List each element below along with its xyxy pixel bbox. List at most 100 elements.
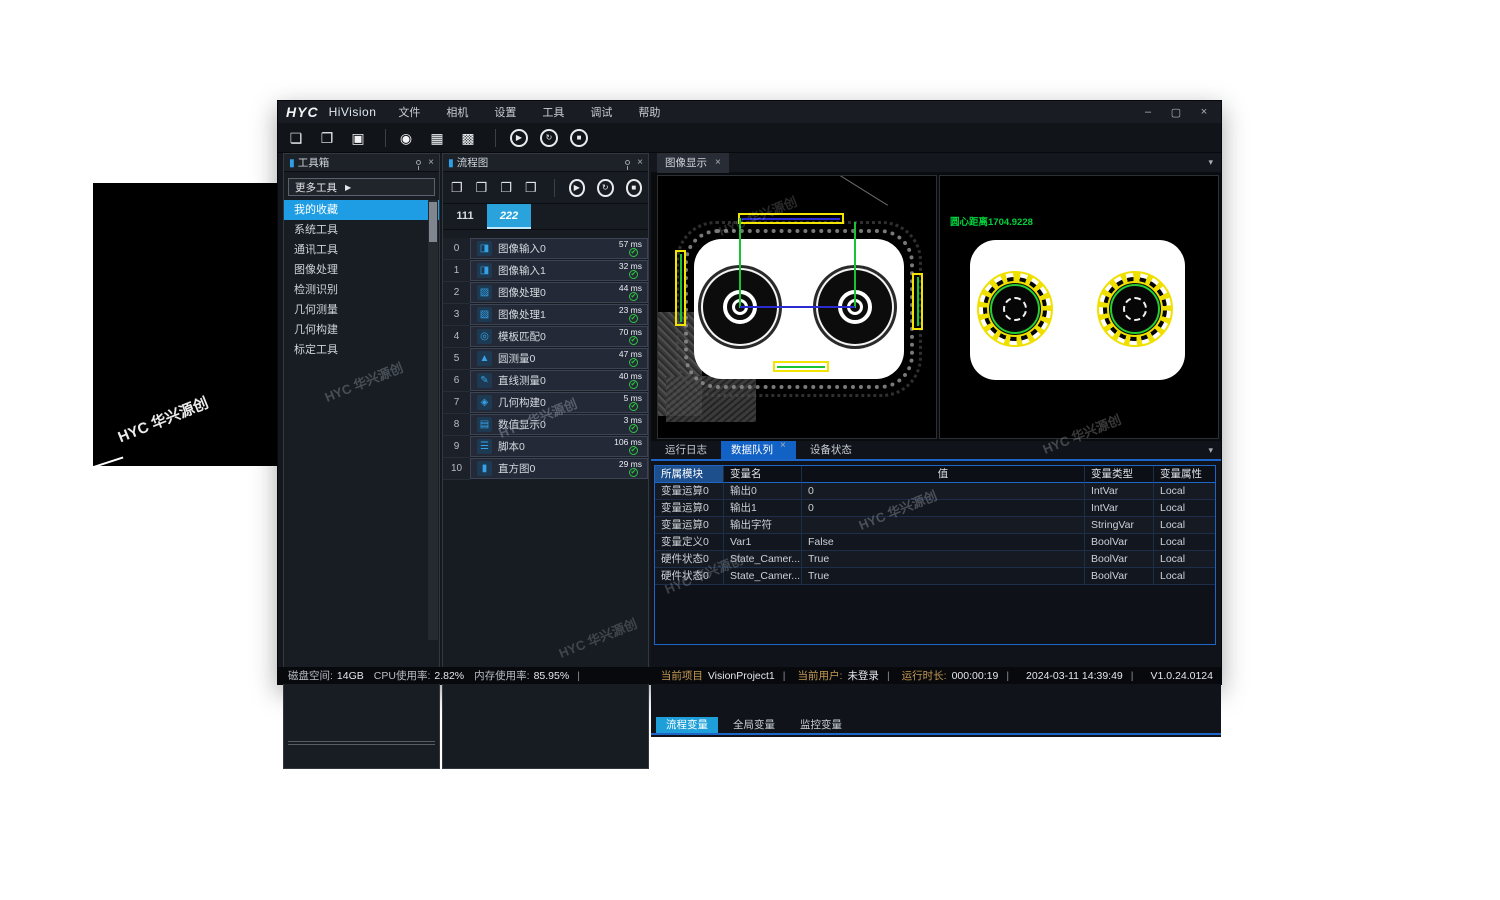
column-header[interactable]: 所属模块 <box>655 466 724 483</box>
close-tab-icon[interactable]: × <box>715 158 721 168</box>
success-check-icon: ✔ <box>629 292 638 301</box>
data-tab[interactable]: 设备状态 <box>800 441 862 459</box>
menu-item[interactable]: 调试 <box>590 104 612 120</box>
column-header[interactable]: 变量类型 <box>1085 466 1154 483</box>
toolbox-item[interactable]: 检测识别 <box>284 280 439 300</box>
toolbox-item[interactable]: 标定工具 <box>284 340 439 360</box>
step-index: 1 <box>443 260 470 282</box>
menu-item[interactable]: 帮助 <box>638 104 660 120</box>
step-body[interactable]: ▤数值显示03 ms✔ <box>470 414 648 435</box>
more-tools-button[interactable]: 更多工具 ▶ <box>288 178 435 196</box>
step-body[interactable]: ☰脚本0106 ms✔ <box>470 436 648 457</box>
flow-step-row[interactable]: 1◨图像输入132 ms✔ <box>443 260 648 282</box>
chevron-down-icon[interactable]: ▾ <box>1208 445 1213 456</box>
minimize-button[interactable]: – <box>1141 106 1155 119</box>
flow-step-row[interactable]: 10▮直方图029 ms✔ <box>443 458 648 480</box>
flow-run-once-icon[interactable]: ▶ <box>569 179 586 197</box>
data-tab[interactable]: 数据队列× <box>721 441 796 459</box>
flow-tab[interactable]: 222 <box>487 204 531 229</box>
toolbox-item[interactable]: 系统工具 <box>284 220 439 240</box>
menu-item[interactable]: 相机 <box>446 104 468 120</box>
edge-result-line <box>777 366 825 368</box>
pin-icon[interactable] <box>416 160 421 165</box>
variable-scope-tab[interactable]: 监控变量 <box>790 717 852 733</box>
step-body[interactable]: ◨图像输入057 ms✔ <box>470 238 648 259</box>
flow-stop-icon[interactable]: ■ <box>626 179 643 197</box>
flow-step-row[interactable]: 8▤数值显示03 ms✔ <box>443 414 648 436</box>
close-panel-icon[interactable]: × <box>428 158 434 168</box>
flow-tab-bar: 111222 <box>443 204 648 230</box>
scrollbar-thumb[interactable] <box>429 202 437 242</box>
close-tab-icon[interactable]: × <box>780 441 786 459</box>
chevron-down-icon[interactable]: ▾ <box>1208 157 1213 168</box>
table-row[interactable]: 变量运算0输出10IntVarLocal <box>655 500 1215 517</box>
maximize-button[interactable]: ▢ <box>1169 106 1183 119</box>
data-tab[interactable]: 运行日志 <box>655 441 717 459</box>
io-device-icon[interactable]: ▩ <box>456 127 480 149</box>
table-row[interactable]: 变量运算0输出字符StringVarLocal <box>655 517 1215 534</box>
menu-item[interactable]: 工具 <box>542 104 564 120</box>
stop-icon[interactable]: ■ <box>570 129 588 147</box>
run-continuous-icon[interactable]: ↻ <box>540 129 558 147</box>
step-body[interactable]: ▨图像处理044 ms✔ <box>470 282 648 303</box>
flow-save-icon[interactable]: ❒ <box>496 178 516 198</box>
flow-step-row[interactable]: 6✎直线测量040 ms✔ <box>443 370 648 392</box>
menu-item[interactable]: 文件 <box>398 104 420 120</box>
background-artifact: HYC 华兴源创 <box>93 183 277 466</box>
new-project-icon[interactable]: ❏ <box>284 127 308 149</box>
step-body[interactable]: ◨图像输入132 ms✔ <box>470 260 648 281</box>
table-row[interactable]: 变量运算0输出00IntVarLocal <box>655 483 1215 500</box>
step-name: 图像处理1 <box>498 307 546 322</box>
close-panel-icon[interactable]: × <box>637 158 643 168</box>
save-project-icon[interactable]: ▣ <box>346 127 370 149</box>
step-body[interactable]: ▨图像处理123 ms✔ <box>470 304 648 325</box>
run-once-icon[interactable]: ▶ <box>510 129 528 147</box>
column-header[interactable]: 变量名 <box>724 466 802 483</box>
flow-open-icon[interactable]: ❒ <box>472 178 492 198</box>
flow-export-icon[interactable]: ❒ <box>521 178 541 198</box>
flow-step-row[interactable]: 0◨图像输入057 ms✔ <box>443 238 648 260</box>
open-project-icon[interactable]: ❐ <box>315 127 339 149</box>
table-row[interactable]: 硬件状态0State_Camer...TrueBoolVarLocal <box>655 551 1215 568</box>
flow-step-row[interactable]: 7◈几何构建05 ms✔ <box>443 392 648 414</box>
status-label: 当前项目 <box>661 668 703 683</box>
step-body[interactable]: ◈几何构建05 ms✔ <box>470 392 648 413</box>
table-cell: 变量运算0 <box>655 517 724 534</box>
variable-scope-tab[interactable]: 流程变量 <box>656 717 718 733</box>
close-button[interactable]: × <box>1197 106 1211 119</box>
flow-new-icon[interactable]: ❒ <box>447 178 467 198</box>
camera-icon[interactable]: ◉ <box>394 127 418 149</box>
toolbox-item[interactable]: 几何测量 <box>284 300 439 320</box>
flow-step-row[interactable]: 5▲圆测量047 ms✔ <box>443 348 648 370</box>
flow-step-row[interactable]: 3▨图像处理123 ms✔ <box>443 304 648 326</box>
toolbox-item[interactable]: 图像处理 <box>284 260 439 280</box>
pin-icon[interactable] <box>625 160 630 165</box>
column-header[interactable]: 变量属性 <box>1154 466 1215 483</box>
frame-grabber-icon[interactable]: ▦ <box>425 127 449 149</box>
column-header[interactable]: 值 <box>802 466 1085 483</box>
step-body[interactable]: ◎模板匹配070 ms✔ <box>470 326 648 347</box>
flow-step-row[interactable]: 4◎模板匹配070 ms✔ <box>443 326 648 348</box>
flow-run-continuous-icon[interactable]: ↻ <box>597 179 614 197</box>
toolbox-item[interactable]: 通讯工具 <box>284 240 439 260</box>
caliper-roi-right <box>912 273 923 330</box>
step-body[interactable]: ✎直线测量040 ms✔ <box>470 370 648 391</box>
flow-panel-header[interactable]: ▮ 流程图 × <box>443 154 648 172</box>
flow-step-row[interactable]: 2▨图像处理044 ms✔ <box>443 282 648 304</box>
toolbox-item[interactable]: 几何构建 <box>284 320 439 340</box>
status-bar: 磁盘空间:14GBCPU使用率:2.82%内存使用率:85.95%| 当前项目V… <box>278 667 1221 684</box>
menu-item[interactable]: 设置 <box>494 104 516 120</box>
toolbox-header[interactable]: ▮ 工具箱 × <box>284 154 439 172</box>
table-row[interactable]: 硬件状态0State_Camer...TrueBoolVarLocal <box>655 568 1215 585</box>
step-body[interactable]: ▲圆测量047 ms✔ <box>470 348 648 369</box>
step-body[interactable]: ▮直方图029 ms✔ <box>470 458 648 479</box>
toolbox-item[interactable]: 我的收藏 <box>284 200 439 220</box>
tab-image-display[interactable]: 图像显示 × <box>657 153 729 173</box>
toolbox-scrollbar[interactable] <box>428 200 438 640</box>
camera-image-2[interactable]: 圆心距离1704.9228 <box>939 175 1219 439</box>
camera-image-1[interactable] <box>657 175 937 439</box>
flow-tab[interactable]: 111 <box>443 204 487 229</box>
table-row[interactable]: 变量定义0Var1FalseBoolVarLocal <box>655 534 1215 551</box>
variable-scope-tab[interactable]: 全局变量 <box>723 717 785 733</box>
flow-step-row[interactable]: 9☰脚本0106 ms✔ <box>443 436 648 458</box>
